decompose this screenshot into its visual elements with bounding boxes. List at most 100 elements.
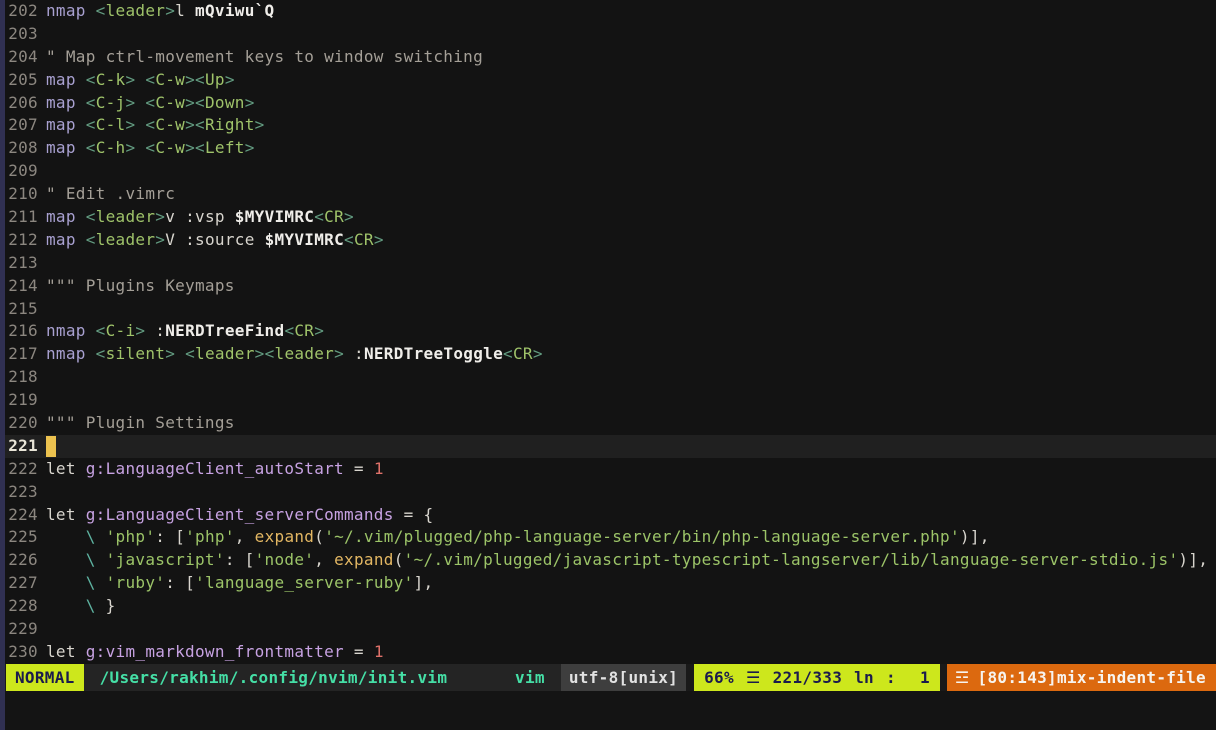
- code-text[interactable]: nmap <leader>l mQviwu`Q: [46, 0, 275, 23]
- token-sp: CR: [513, 343, 533, 366]
- whitespace-warning: ☲ [80:143]mix-indent-file: [947, 664, 1216, 691]
- token-txt: [76, 206, 86, 229]
- token-br: <: [86, 114, 96, 137]
- token-txt: let: [46, 641, 86, 664]
- code-text[interactable]: [46, 435, 56, 458]
- token-txt: ,: [235, 526, 255, 549]
- code-line[interactable]: 220 """ Plugin Settings: [0, 412, 1216, 435]
- code-line[interactable]: 212map <leader>V :source $MYVIMRC<CR>: [0, 229, 1216, 252]
- code-text[interactable]: map <leader>v :vsp $MYVIMRC<CR>: [46, 206, 354, 229]
- line-number: 220: [8, 412, 38, 435]
- token-br: ><: [185, 114, 205, 137]
- token-esc: \: [86, 549, 96, 572]
- token-cmd: NERDTreeToggle: [364, 343, 503, 366]
- code-text[interactable]: \ 'php': ['php', expand('~/.vim/plugged/…: [46, 526, 990, 549]
- token-num: 1: [374, 458, 384, 481]
- line-number: 229: [8, 618, 38, 641]
- token-kw: map: [46, 137, 76, 160]
- code-text[interactable]: nmap <silent> <leader><leader> :NERDTree…: [46, 343, 543, 366]
- token-cmd: $MYVIMRC: [265, 229, 344, 252]
- token-txt: : [: [155, 526, 185, 549]
- code-line[interactable]: 209: [0, 160, 1216, 183]
- token-txt: :: [145, 320, 165, 343]
- token-txt: v :vsp: [165, 206, 235, 229]
- line-number: 206: [8, 92, 38, 115]
- code-line[interactable]: 218: [0, 366, 1216, 389]
- token-txt: [96, 572, 106, 595]
- token-str: '~/.vim/plugged/javascript-typescript-la…: [404, 549, 1179, 572]
- token-txt: [86, 320, 96, 343]
- token-str: 'php': [185, 526, 235, 549]
- token-txt: :: [344, 343, 364, 366]
- token-txt: [135, 137, 145, 160]
- line-number: 203: [8, 23, 38, 46]
- line-number: 209: [8, 160, 38, 183]
- code-text[interactable]: """ Plugin Settings: [46, 412, 235, 435]
- token-txt: let: [46, 458, 86, 481]
- code-line[interactable]: 222let g:LanguageClient_autoStart = 1: [0, 458, 1216, 481]
- code-line[interactable]: 210" Edit .vimrc: [0, 183, 1216, 206]
- token-br: >: [374, 229, 384, 252]
- token-txt: (: [314, 526, 324, 549]
- token-sp: leader: [96, 206, 156, 229]
- code-text[interactable]: \ }: [46, 595, 116, 618]
- code-line[interactable]: 226 \ 'javascript': ['node', expand('~/.…: [0, 549, 1216, 572]
- code-line[interactable]: 214 """ Plugins Keymaps: [0, 275, 1216, 298]
- code-text[interactable]: map <C-l> <C-w><Right>: [46, 114, 265, 137]
- code-line[interactable]: 202nmap <leader>l mQviwu`Q: [0, 0, 1216, 23]
- token-txt: [86, 0, 96, 23]
- command-line[interactable]: [0, 691, 1216, 730]
- code-line[interactable]: 219: [0, 389, 1216, 412]
- line-number: 221: [8, 435, 38, 458]
- code-line[interactable]: 227 \ 'ruby': ['language_server-ruby'],: [0, 572, 1216, 595]
- code-line[interactable]: 228 \ }: [0, 595, 1216, 618]
- code-text[interactable]: \ 'javascript': ['node', expand('~/.vim/…: [46, 549, 1208, 572]
- code-text[interactable]: """ Plugins Keymaps: [46, 275, 235, 298]
- token-kw: map: [46, 69, 76, 92]
- code-line[interactable]: 205map <C-k> <C-w><Up>: [0, 69, 1216, 92]
- code-text[interactable]: map <C-h> <C-w><Left>: [46, 137, 255, 160]
- token-str: 'language_server-ruby': [195, 572, 414, 595]
- code-line[interactable]: 230let g:vim_markdown_frontmatter = 1: [0, 641, 1216, 664]
- code-line[interactable]: 203: [0, 23, 1216, 46]
- code-line[interactable]: 207map <C-l> <C-w><Right>: [0, 114, 1216, 137]
- token-esc: \: [86, 526, 96, 549]
- code-text[interactable]: map <C-k> <C-w><Up>: [46, 69, 235, 92]
- token-txt: [96, 549, 106, 572]
- line-number: 214: [8, 275, 38, 298]
- token-kw: map: [46, 229, 76, 252]
- code-line[interactable]: 206 map <C-j> <C-w><Down>: [0, 92, 1216, 115]
- code-text[interactable]: " Edit .vimrc: [46, 183, 175, 206]
- ln-label: ln: [854, 668, 874, 687]
- code-text[interactable]: let g:LanguageClient_serverCommands = {: [46, 504, 433, 527]
- token-br: >: [126, 114, 136, 137]
- code-line[interactable]: 204" Map ctrl-movement keys to window sw…: [0, 46, 1216, 69]
- code-text[interactable]: " Map ctrl-movement keys to window switc…: [46, 46, 483, 69]
- code-text[interactable]: let g:LanguageClient_autoStart = 1: [46, 458, 384, 481]
- editor-buffer[interactable]: 202nmap <leader>l mQviwu`Q203204" Map ct…: [0, 0, 1216, 664]
- code-line[interactable]: 215: [0, 298, 1216, 321]
- code-line[interactable]: 208map <C-h> <C-w><Left>: [0, 137, 1216, 160]
- code-text[interactable]: nmap <C-i> :NERDTreeFind<CR>: [46, 320, 324, 343]
- token-var: g:vim_markdown_frontmatter: [86, 641, 344, 664]
- code-line[interactable]: 223: [0, 481, 1216, 504]
- token-esc: \: [86, 595, 96, 618]
- code-line[interactable]: 216nmap <C-i> :NERDTreeFind<CR>: [0, 320, 1216, 343]
- token-com: " Map ctrl-movement keys to window switc…: [46, 46, 483, 69]
- code-line[interactable]: 213: [0, 252, 1216, 275]
- token-br: >: [155, 206, 165, 229]
- token-br: ><: [185, 69, 205, 92]
- token-com: """ Plugins Keymaps: [46, 275, 235, 298]
- code-text[interactable]: let g:vim_markdown_frontmatter = 1: [46, 641, 384, 664]
- code-line[interactable]: 224let g:LanguageClient_serverCommands =…: [0, 504, 1216, 527]
- token-sp: C-i: [106, 320, 136, 343]
- token-br: <: [96, 0, 106, 23]
- code-line[interactable]: 225 \ 'php': ['php', expand('~/.vim/plug…: [0, 526, 1216, 549]
- code-text[interactable]: \ 'ruby': ['language_server-ruby'],: [46, 572, 433, 595]
- code-line[interactable]: 217nmap <silent> <leader><leader> :NERDT…: [0, 343, 1216, 366]
- code-line[interactable]: 229: [0, 618, 1216, 641]
- code-text[interactable]: map <C-j> <C-w><Down>: [46, 92, 255, 115]
- code-line[interactable]: 221: [0, 435, 1216, 458]
- code-line[interactable]: 211map <leader>v :vsp $MYVIMRC<CR>: [0, 206, 1216, 229]
- code-text[interactable]: map <leader>V :source $MYVIMRC<CR>: [46, 229, 384, 252]
